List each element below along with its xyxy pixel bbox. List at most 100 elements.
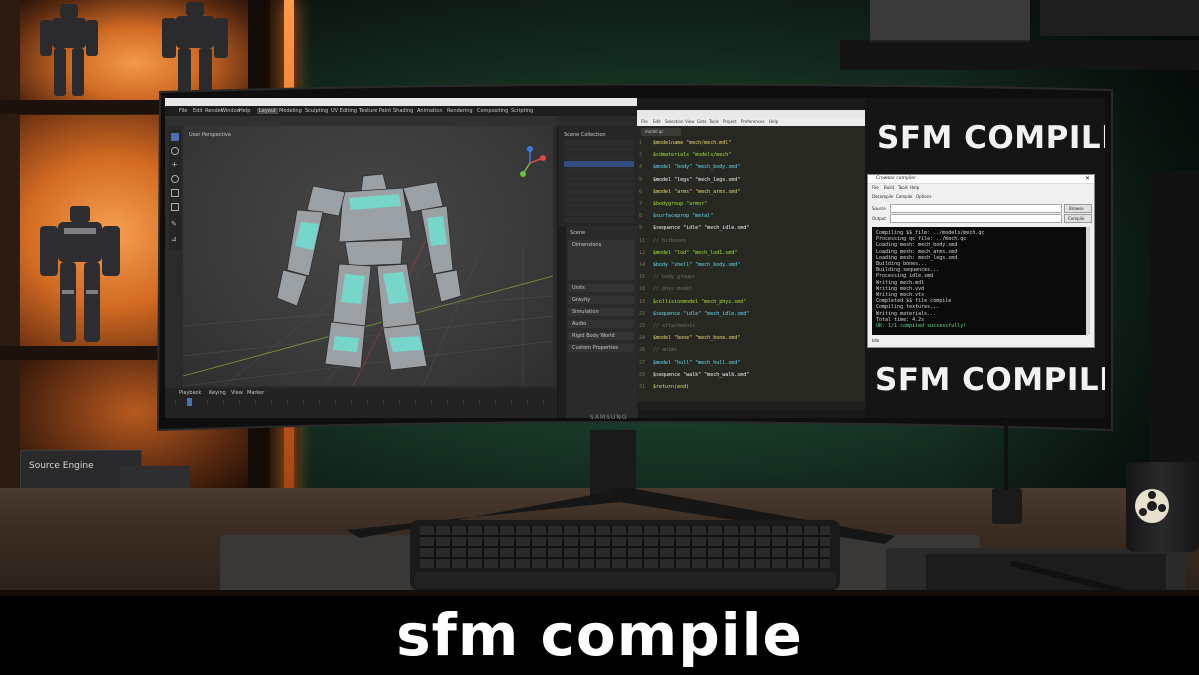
terminal-scrollbar[interactable] [1086, 227, 1090, 335]
workspace-tab-layout[interactable]: Layout [257, 108, 278, 114]
navigation-gizmo[interactable] [513, 146, 547, 180]
source-label: Source [872, 206, 886, 211]
workspace-tab-scripting[interactable]: Scripting [511, 108, 533, 114]
blender-menu-file[interactable]: File [179, 108, 187, 114]
compile-log-terminal[interactable]: Compiling $$ file: ../models/mech.qc Proc… [872, 227, 1086, 335]
dialog-tab-compile[interactable]: Compile [896, 194, 912, 199]
editor-menu-file[interactable]: File [641, 119, 648, 124]
timeline[interactable]: Playback Keying View Marker [165, 388, 557, 418]
code-line: 14 $body "shell" "mech_body.smd" [639, 262, 740, 268]
blender-menu-help[interactable]: Help [239, 108, 250, 114]
editor-menu-help[interactable]: Help [769, 119, 778, 124]
panel-dimensions[interactable]: Dimensions [568, 240, 634, 280]
dialog-menu-tools[interactable]: Tools [898, 185, 908, 190]
playhead[interactable] [187, 398, 192, 406]
timeline-view[interactable]: View [231, 390, 243, 396]
sfm-banner-bottom: SFM COMPILE [875, 362, 1105, 398]
code-line-text: // attachments [653, 323, 696, 329]
blender-menu-edit[interactable]: Edit [193, 108, 203, 114]
terminal-line: Loading mesh: mech_arms.smd [876, 248, 958, 255]
code-line-number: 5 [639, 176, 643, 183]
panel-rigid-body[interactable]: Rigid Body World [568, 332, 634, 340]
terminal-line: Compiling textures... [876, 304, 940, 311]
mech-model[interactable] [253, 146, 493, 386]
dialog-tab-options[interactable]: Options [916, 194, 931, 199]
editor-menu-tools[interactable]: Tools [709, 119, 719, 124]
source-input[interactable] [890, 204, 1062, 213]
code-line-text: $cdmaterials "models/mech" [653, 152, 732, 159]
page-title: sfm compile [396, 601, 803, 669]
editor-tab-label: model.qc [645, 129, 664, 134]
panel-rigid-body-label: Rigid Body World [572, 333, 615, 339]
dialog-close-icon[interactable]: ✕ [1085, 175, 1090, 182]
workspace-tab-rendering[interactable]: Rendering [447, 108, 473, 114]
terminal-line: Processing idle.smd [876, 273, 934, 280]
code-editor-window: File Edit Selection View Goto Tools Proj… [637, 110, 865, 410]
annotate-tool-icon[interactable]: ✎ [171, 220, 179, 228]
measure-tool-icon[interactable]: ⊿ [171, 235, 179, 243]
rotate-tool-icon[interactable] [171, 175, 179, 183]
move-tool-icon[interactable]: + [171, 161, 179, 169]
editor-menu-edit[interactable]: Edit [653, 119, 661, 124]
code-line: 31 $return(end) [639, 384, 689, 390]
editor-menu-view[interactable]: View [685, 119, 695, 124]
code-line-text: // anims [653, 347, 678, 354]
terminal-line: Writing mech.vtx [876, 292, 925, 298]
caption-bar: sfm compile [0, 596, 1199, 675]
workspace-tab-uv[interactable]: UV Editing [331, 108, 357, 114]
workspace-tab-texture[interactable]: Texture Paint [359, 108, 391, 114]
panel-audio[interactable]: Audio [568, 320, 634, 328]
dialog-menubar: File Build Tools Help [868, 184, 1094, 191]
timeline-marker[interactable]: Marker [247, 390, 264, 396]
editor-menu-project[interactable]: Project [723, 119, 737, 124]
editor-menu-selection[interactable]: Selection [665, 119, 683, 124]
transform-tool-icon[interactable] [171, 203, 179, 211]
compile-button[interactable]: Compile [1064, 214, 1092, 223]
workspace-tab-shading[interactable]: Shading [393, 108, 413, 114]
blender-menu-window[interactable]: Window [221, 108, 241, 114]
code-line-text: $sequence "walk" "mech_walk.smd" [653, 371, 750, 378]
browse-button-label: Browse [1069, 206, 1084, 211]
cursor-tool-icon[interactable] [171, 147, 179, 155]
dialog-menu-file[interactable]: File [872, 185, 879, 190]
dialog-tab-decompile[interactable]: Decompile [872, 194, 893, 199]
code-line-text: $model "legs" "mech_legs.smd" [653, 176, 741, 183]
workspace-tab-animation[interactable]: Animation [417, 108, 443, 114]
select-tool-icon[interactable] [171, 133, 179, 141]
keyboard[interactable] [410, 520, 840, 590]
dialog-menu-help[interactable]: Help [910, 185, 919, 190]
code-line-number: 21 [639, 310, 646, 317]
panel-audio-label: Audio [572, 321, 587, 327]
panel-custom-props[interactable]: Custom Properties [568, 344, 634, 352]
panel-gravity[interactable]: Gravity [568, 296, 634, 304]
panel-units-label: Units [572, 285, 585, 291]
outliner-selected-row[interactable] [564, 161, 634, 167]
code-area[interactable]: 1 $modelname "mech/mech.mdl" 2 $cdmaterials… [637, 140, 865, 402]
code-line: 23 // attachments [639, 323, 695, 329]
editor-menu-goto[interactable]: Goto [697, 119, 707, 124]
code-line-text: $collisionmodel "mech_phys.smd" [653, 298, 747, 305]
blender-menubar: File Edit Render Window Help Layout Mode… [165, 106, 637, 116]
workspace-tab-modeling[interactable]: Modeling [279, 108, 302, 114]
output-input[interactable] [890, 214, 1062, 223]
3d-viewport[interactable]: User Perspective [183, 126, 553, 386]
code-line: 7 $bodygroup "armor" [639, 201, 707, 207]
dialog-menu-build[interactable]: Build [884, 185, 894, 190]
scale-tool-icon[interactable] [171, 189, 179, 197]
code-line: 6 $model "arms" "mech_arms.smd" [639, 189, 740, 195]
workspace-tab-sculpting[interactable]: Sculpting [305, 108, 328, 114]
editor-menu-preferences[interactable]: Preferences [741, 119, 765, 124]
terminal-line: Writing mech.mdl [876, 279, 925, 286]
code-line-text: // body groups [653, 274, 696, 281]
code-line: 1 $modelname "mech/mech.mdl" [639, 140, 731, 146]
editor-tab[interactable]: model.qc [641, 128, 681, 136]
browse-button[interactable]: Browse [1064, 204, 1092, 213]
panel-simulation[interactable]: Simulation [568, 308, 634, 316]
timeline-keying[interactable]: Keying [209, 390, 226, 396]
panel-units[interactable]: Units [568, 284, 634, 292]
code-line-number: 26 [639, 347, 646, 354]
dialog-tabs: Decompile Compile Options [870, 193, 1092, 200]
timeline-playback[interactable]: Playback [179, 390, 201, 396]
workspace-tab-compositing[interactable]: Compositing [477, 108, 508, 114]
properties-tabs [558, 226, 566, 418]
